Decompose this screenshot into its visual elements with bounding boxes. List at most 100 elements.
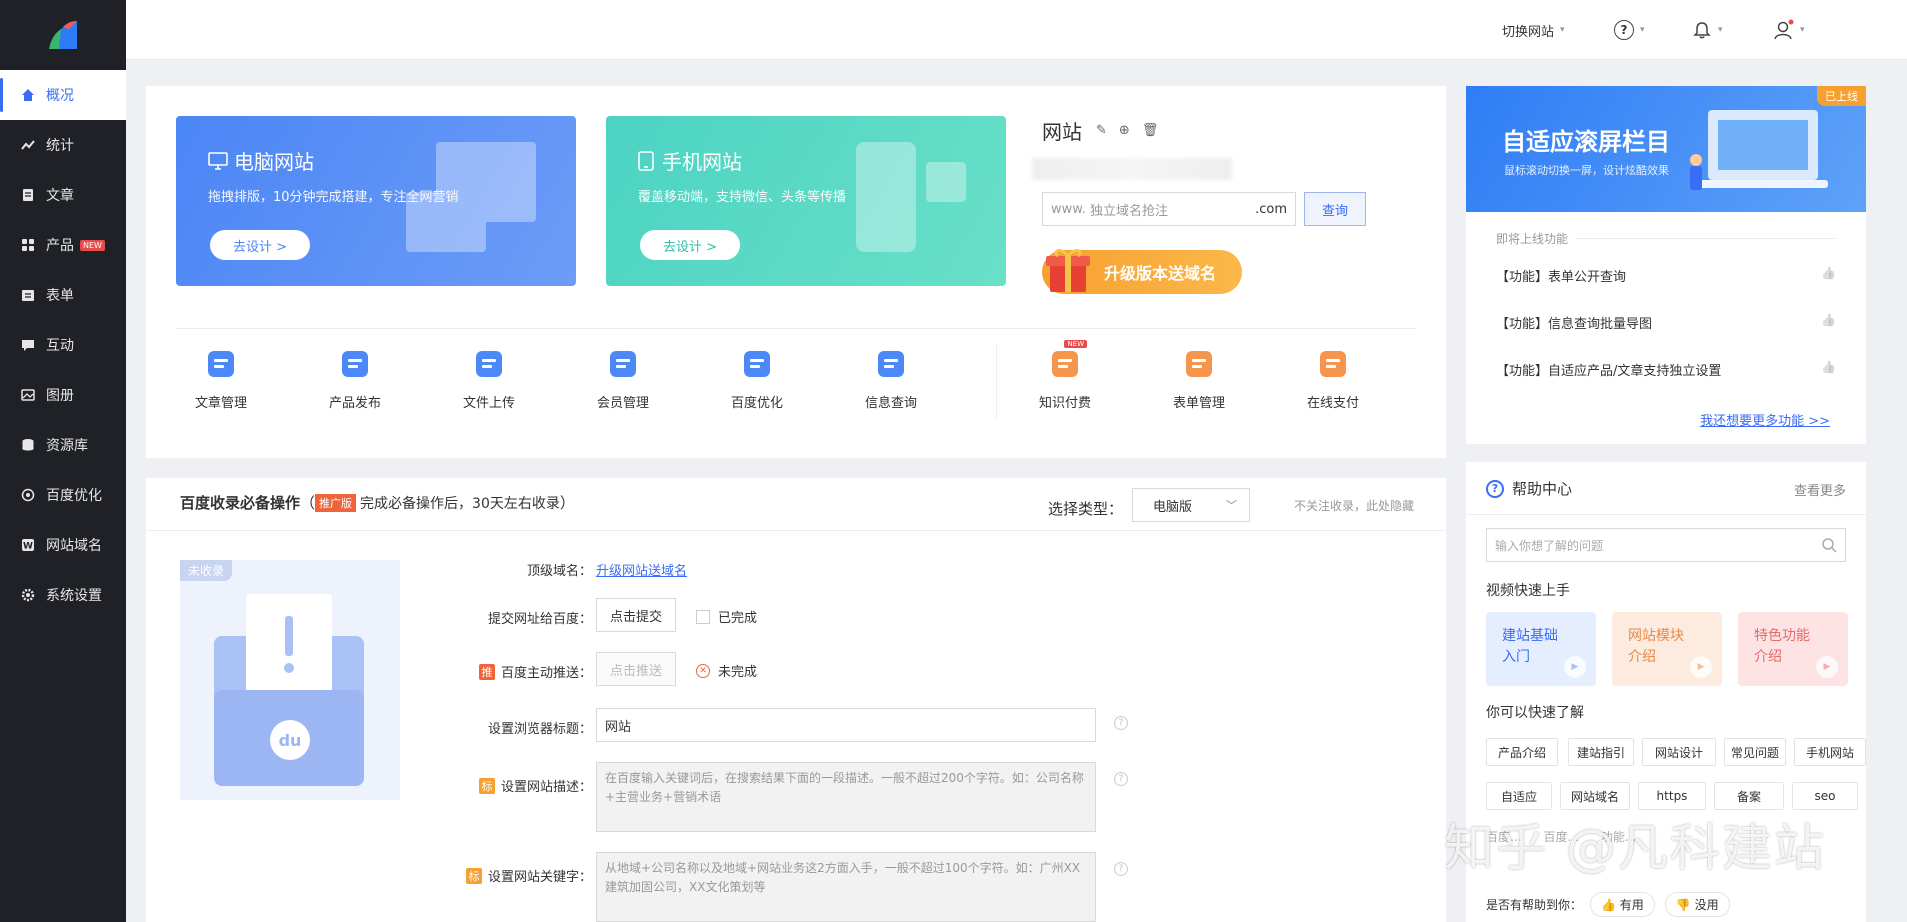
thumbs-up-icon[interactable]: 👍 (1821, 313, 1836, 332)
type-select[interactable]: 电脑版 ﹀ (1132, 488, 1250, 522)
browser-title-input[interactable]: 网站 (596, 708, 1096, 742)
help-tag-partial[interactable]: 百度... (1543, 828, 1578, 845)
promo-illustration (1690, 110, 1828, 190)
thumbs-up-icon: 👍 (1601, 898, 1616, 912)
baidu-paren-open: （ (300, 494, 316, 512)
sidebar-item-6[interactable]: 图册 (0, 370, 126, 420)
tool-item-6[interactable]: NEW 知识付费 (1010, 340, 1120, 411)
tool-item-5[interactable]: 信息查询 (836, 346, 946, 411)
site-keywords-textarea[interactable]: 从地域+公司名称以及地域+网站业务这2方面入手，一般不超过100个字符。如：广州… (596, 852, 1096, 922)
help-tag[interactable]: 常见问题 (1724, 738, 1786, 766)
sidebar-item-label: 表单 (46, 288, 74, 304)
tool-item-1[interactable]: 产品发布 (300, 346, 410, 411)
tool-label: 文件上传 (462, 396, 515, 411)
useful-button[interactable]: 👍 有用 (1590, 892, 1655, 917)
tool-item-4[interactable]: 百度优化 (702, 346, 812, 411)
submit-url-button[interactable]: 点击提交 (596, 598, 676, 632)
sidebar-item-8[interactable]: 百度优化 (0, 470, 126, 520)
bell-icon (1693, 22, 1711, 39)
site-description-textarea[interactable]: 在百度输入关键词后，在搜索结果下面的一段描述。一般不超过200个字符。如：公司名… (596, 762, 1096, 832)
sidebar-item-10[interactable]: 系统设置 (0, 570, 126, 620)
help-tag[interactable]: 自适应 (1486, 782, 1552, 810)
promo-banner[interactable]: 自适应滚屏栏目 鼠标滚动切换一屏，设计炫酷效果 已上线 (1466, 86, 1866, 212)
help-tag[interactable]: 建站指引 (1568, 738, 1634, 766)
tool-item-3[interactable]: 会员管理 (568, 346, 678, 411)
mobile-card-title-row: 手机网站 (638, 146, 742, 175)
help-tag-partial[interactable]: 百度... (1486, 828, 1521, 845)
question-icon[interactable]: ? (1114, 862, 1128, 876)
notification-dropdown[interactable]: ▾ (1692, 0, 1723, 60)
submit-complete-checkbox[interactable]: 已完成 (696, 607, 757, 626)
chevron-down-icon: ▾ (1800, 25, 1805, 35)
switch-site-dropdown[interactable]: 切换网站 ▾ (1502, 0, 1565, 60)
help-tag[interactable]: 产品介绍 (1486, 738, 1558, 766)
help-tag[interactable]: 网站设计 (1642, 738, 1716, 766)
tool-item-0[interactable]: 文章管理 (166, 346, 276, 411)
chat-icon (20, 337, 36, 353)
sidebar-item-1[interactable]: 统计 (0, 120, 126, 170)
tool-item-2[interactable]: 文件上传 (434, 346, 544, 411)
tool-icon (873, 346, 909, 382)
gear-icon (20, 587, 36, 603)
help-tag[interactable]: seo (1792, 782, 1858, 810)
sidebar-item-label: 概况 (46, 88, 74, 104)
not-indexed-badge: 未收录 (180, 560, 233, 581)
tool-item-7[interactable]: 表单管理 (1144, 346, 1254, 411)
video-basics-line1: 建站基础 (1502, 628, 1558, 644)
add-circle-icon[interactable]: ⊕ (1119, 123, 1130, 138)
sidebar-item-0[interactable]: 概况 (0, 70, 126, 120)
logo[interactable] (0, 0, 126, 70)
sidebar-item-2[interactable]: 文章 (0, 170, 126, 220)
thumbs-up-icon[interactable]: 👍 (1821, 266, 1836, 285)
help-search-placeholder: 输入你想了解的问题 (1495, 538, 1604, 553)
useless-button[interactable]: 👎 没用 (1664, 892, 1730, 917)
divider (176, 328, 1416, 329)
mobile-design-button[interactable]: 去设计 > (640, 230, 740, 260)
hide-indexing-link[interactable]: 不关注收录，此处隐藏 (1294, 497, 1414, 514)
help-search-input[interactable]: 输入你想了解的问题 (1486, 528, 1846, 562)
kw-tag: 标 (465, 867, 482, 884)
help-tag[interactable]: 网站域名 (1560, 782, 1630, 810)
sidebar-item-label: 文章 (46, 188, 74, 204)
upcoming-item-label: 【功能】信息查询批量导图 (1496, 317, 1653, 332)
tool-icon (739, 346, 775, 382)
gift-icon (1046, 249, 1090, 292)
domain-query-button[interactable]: 查询 (1304, 192, 1366, 226)
sidebar-item-3[interactable]: 产品 NEW (0, 220, 126, 270)
sidebar-item-5[interactable]: 互动 (0, 320, 126, 370)
video-features-card[interactable]: 特色功能 介绍 ▶ (1738, 612, 1848, 686)
user-dropdown[interactable]: ▾ (1772, 0, 1805, 60)
help-tag[interactable]: 备案 (1714, 782, 1784, 810)
kw-label-row: 标 设置网站关键字： (432, 866, 592, 885)
question-icon[interactable]: ? (1114, 716, 1128, 730)
baidu-indexing-panel: 百度收录必备操作 （ 推广版 完成必备操作后，30天左右收录 ） 选择类型： 电… (146, 478, 1446, 922)
domain-search-input[interactable]: www. 独立域名抢注 .com (1042, 192, 1296, 226)
sidebar-item-4[interactable]: 表单 (0, 270, 126, 320)
help-tag[interactable]: https (1638, 782, 1706, 810)
video-basics-card[interactable]: 建站基础 入门 ▶ (1486, 612, 1596, 686)
video-modules-card[interactable]: 网站模块 介绍 ▶ (1612, 612, 1722, 686)
help-tag[interactable]: 手机网站 (1794, 738, 1866, 766)
question-icon[interactable]: ? (1114, 772, 1128, 786)
sidebar-item-label: 互动 (46, 338, 74, 354)
sidebar-item-7[interactable]: 资源库 (0, 420, 126, 470)
tool-item-8[interactable]: 在线支付 (1278, 346, 1388, 411)
help-more-link[interactable]: 查看更多 (1794, 480, 1846, 499)
thumbs-up-icon[interactable]: 👍 (1821, 360, 1836, 379)
more-features-link[interactable]: 我还想要更多功能 >> (1700, 410, 1830, 429)
push-button[interactable]: 点击推送 (596, 652, 676, 686)
overview-panel: 电脑网站 拖拽排版，10分钟完成搭建，专注全网营销 去设计 > 手机网站 覆盖移… (146, 86, 1446, 458)
new-badge: NEW (1064, 340, 1087, 348)
site-title: 网站 (1042, 120, 1082, 144)
edit-icon[interactable]: ✎ (1096, 123, 1107, 138)
sidebar-item-9[interactable]: W 网站域名 (0, 520, 126, 570)
help-dropdown[interactable]: ? ▾ (1614, 0, 1645, 60)
upgrade-domain-link[interactable]: 升级网站送域名 (596, 560, 687, 579)
help-tag-partial[interactable]: 功能... (1601, 828, 1636, 845)
play-icon: ▶ (1816, 656, 1838, 678)
trash-icon[interactable]: 🗑 (1142, 123, 1159, 138)
useful-label: 有用 (1619, 898, 1644, 912)
upgrade-domain-banner[interactable]: 升级版本送域名 (1042, 249, 1242, 294)
pc-design-button[interactable]: 去设计 > (210, 230, 310, 260)
svg-text:W: W (23, 542, 33, 552)
